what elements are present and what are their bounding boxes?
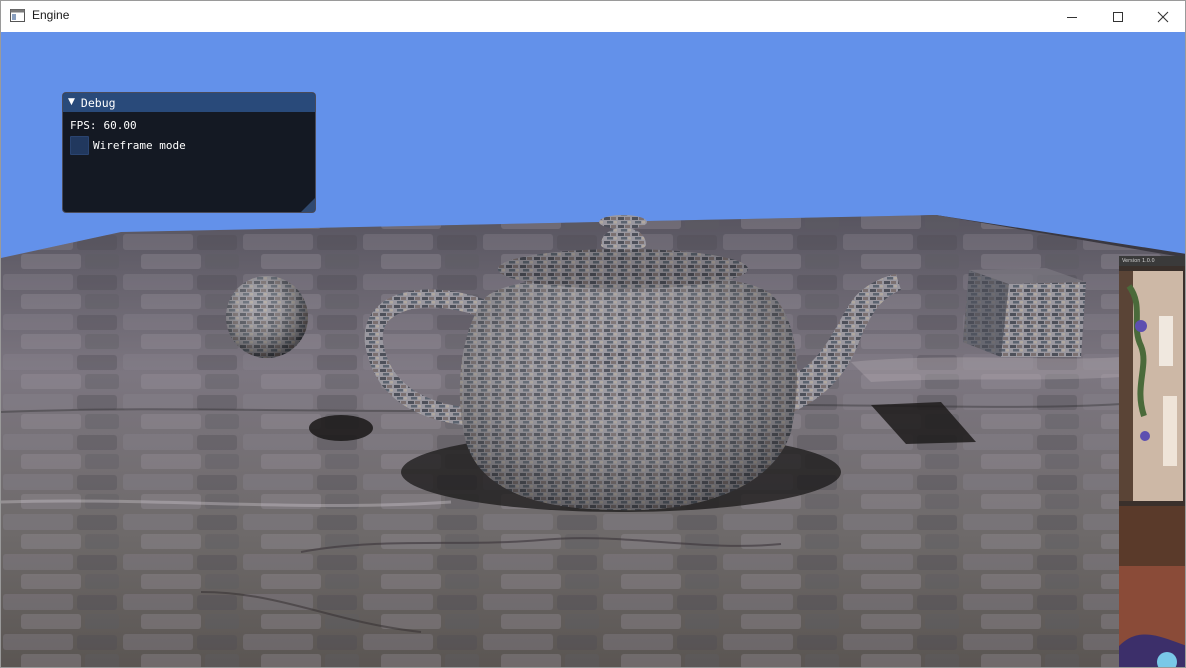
- close-icon: [1157, 11, 1169, 22]
- render-viewport[interactable]: ▼ Debug FPS: 60.00 Wireframe mode Versio…: [1, 32, 1185, 667]
- window-title: Engine: [32, 8, 70, 22]
- wireframe-checkbox[interactable]: [70, 136, 89, 155]
- side-overlay-window[interactable]: Version 1.0.0: [1119, 256, 1185, 667]
- wireframe-toggle-row[interactable]: Wireframe mode: [70, 136, 315, 155]
- sphere-shadow: [309, 415, 373, 441]
- window-app-icon: [10, 9, 25, 22]
- cube-object: [963, 268, 1086, 357]
- side-overlay-header: Version 1.0.0: [1119, 256, 1185, 266]
- wireframe-label[interactable]: Wireframe mode: [93, 139, 186, 152]
- collapse-arrow-icon[interactable]: ▼: [68, 98, 75, 107]
- minimize-icon: [1067, 16, 1077, 18]
- debug-panel-title: Debug: [80, 95, 116, 110]
- app-window: Engine ▼ Debug FPS: 60.00 Wireframe mode…: [0, 0, 1186, 668]
- debug-panel[interactable]: ▼ Debug FPS: 60.00 Wireframe mode: [62, 92, 316, 213]
- maximize-icon: [1113, 11, 1123, 22]
- fps-label: FPS:: [70, 119, 97, 132]
- title-bar[interactable]: Engine: [1, 1, 1185, 32]
- sphere-object: [226, 276, 308, 358]
- debug-panel-header[interactable]: ▼ Debug: [63, 93, 315, 112]
- minimize-button[interactable]: [1049, 1, 1095, 32]
- maximize-button[interactable]: [1095, 1, 1141, 32]
- close-button[interactable]: [1140, 1, 1185, 32]
- debug-panel-body: FPS: 60.00 Wireframe mode: [63, 112, 315, 155]
- fps-readout: FPS: 60.00: [70, 119, 315, 132]
- resize-grip-icon[interactable]: [301, 198, 315, 212]
- fps-value: 60.00: [103, 119, 137, 132]
- side-overlay-illustration: [1119, 266, 1185, 667]
